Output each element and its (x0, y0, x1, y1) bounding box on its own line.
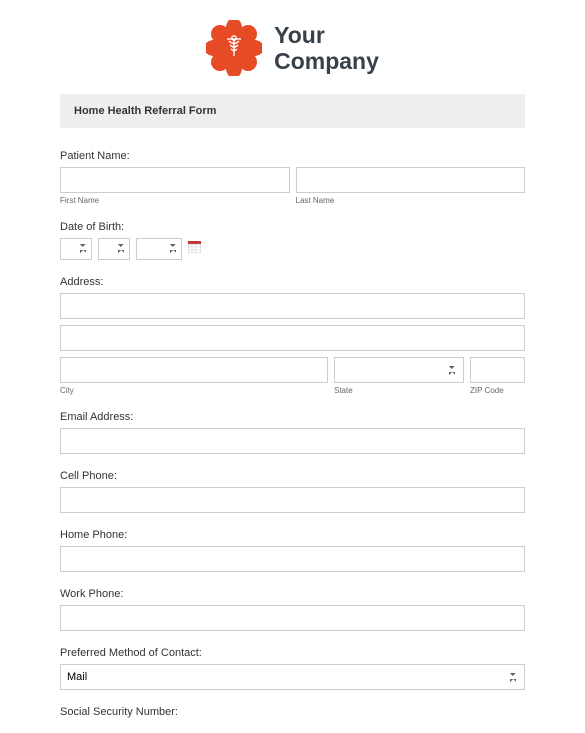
cell-phone-input[interactable] (60, 487, 525, 513)
last-name-sublabel: Last Name (296, 196, 526, 205)
work-phone-label: Work Phone: (60, 588, 525, 600)
contact-method-select[interactable]: Mail (60, 664, 525, 690)
work-phone-input[interactable] (60, 605, 525, 631)
dob-year-select[interactable] (136, 238, 182, 260)
address-field: Address: City State ZIP Code (60, 276, 525, 395)
first-name-input[interactable] (60, 167, 290, 193)
patient-name-label: Patient Name: (60, 150, 525, 162)
address-line1-input[interactable] (60, 293, 525, 319)
dob-month-select[interactable] (60, 238, 92, 260)
contact-method-label: Preferred Method of Contact: (60, 647, 525, 659)
logo-block: Your Company (60, 20, 525, 76)
address-label: Address: (60, 276, 525, 288)
company-name-line1: Your (274, 22, 379, 48)
last-name-input[interactable] (296, 167, 526, 193)
state-select[interactable] (334, 357, 464, 383)
form-title: Home Health Referral Form (60, 94, 525, 128)
medical-logo-icon (206, 20, 262, 76)
company-name-line2: Company (274, 48, 379, 74)
contact-method-field: Preferred Method of Contact: Mail (60, 647, 525, 690)
zip-input[interactable] (470, 357, 525, 383)
dob-day-select[interactable] (98, 238, 130, 260)
address-line2-input[interactable] (60, 325, 525, 351)
email-field: Email Address: (60, 411, 525, 454)
home-phone-input[interactable] (60, 546, 525, 572)
cell-phone-field: Cell Phone: (60, 470, 525, 513)
ssn-label: Social Security Number: (60, 706, 525, 718)
city-input[interactable] (60, 357, 328, 383)
first-name-sublabel: First Name (60, 196, 290, 205)
ssn-field: Social Security Number: (60, 706, 525, 718)
email-label: Email Address: (60, 411, 525, 423)
home-phone-label: Home Phone: (60, 529, 525, 541)
zip-sublabel: ZIP Code (470, 386, 525, 395)
dob-field: Date of Birth: (60, 221, 525, 260)
state-sublabel: State (334, 386, 464, 395)
calendar-icon[interactable] (188, 240, 201, 258)
cell-phone-label: Cell Phone: (60, 470, 525, 482)
city-sublabel: City (60, 386, 328, 395)
home-phone-field: Home Phone: (60, 529, 525, 572)
work-phone-field: Work Phone: (60, 588, 525, 631)
company-name: Your Company (274, 22, 379, 75)
patient-name-field: Patient Name: First Name Last Name (60, 150, 525, 205)
email-input[interactable] (60, 428, 525, 454)
dob-label: Date of Birth: (60, 221, 525, 233)
